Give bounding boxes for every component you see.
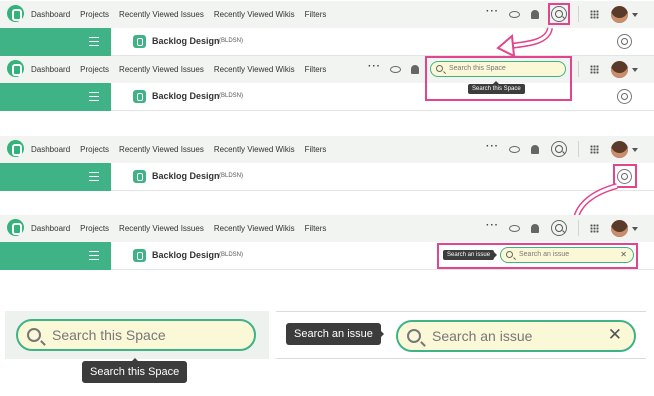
nav-filters[interactable]: Filters [305,224,327,233]
backlog-logo-icon[interactable] [7,140,24,157]
grid-icon[interactable] [590,65,599,74]
eye-icon[interactable] [390,66,401,73]
nav-dashboard[interactable]: Dashboard [31,65,70,74]
nav-filters[interactable]: Filters [305,65,327,74]
backlog-logo-icon[interactable] [7,5,24,22]
nav-projects[interactable]: Projects [80,145,109,154]
project-icon [133,90,146,103]
chevron-down-icon[interactable] [632,68,638,72]
nav-dashboard[interactable]: Dashboard [31,145,70,154]
project-icon [133,170,146,183]
project-icon [133,35,146,48]
hamburger-icon[interactable] [89,172,99,181]
hamburger-icon[interactable] [89,92,99,101]
grid-icon[interactable] [590,145,599,154]
search-placeholder: Search this Space [52,327,166,343]
project-key: (BLDSN) [219,173,244,179]
divider [578,61,579,77]
nav-recent-issues[interactable]: Recently Viewed Issues [119,224,204,233]
hamburger-icon[interactable] [89,251,99,260]
nav-recent-wikis[interactable]: Recently Viewed Wikis [214,10,295,19]
close-icon[interactable]: ✕ [608,325,622,345]
bell-icon[interactable] [531,145,539,154]
grid-icon[interactable] [590,224,599,233]
divider [578,6,579,22]
divider [276,358,646,359]
search-icon[interactable] [551,220,567,236]
bell-icon[interactable] [531,224,539,233]
divider [578,141,579,157]
nav-recent-wikis[interactable]: Recently Viewed Wikis [214,65,295,74]
backlog-logo-icon[interactable] [7,60,24,77]
global-header: Dashboard Projects Recently Viewed Issue… [0,215,654,242]
more-dots-icon[interactable]: ··· [486,7,499,17]
search-issue-input[interactable]: Search an issue ✕ [396,320,636,352]
bell-icon[interactable] [531,10,539,19]
project-key: (BLDSN) [219,252,244,258]
backlog-logo-icon[interactable] [7,219,24,236]
global-nav: Dashboard Projects Recently Viewed Issue… [31,136,326,163]
eye-icon[interactable] [509,225,520,232]
search-placeholder: Search an issue [432,328,533,344]
grid-icon[interactable] [590,10,599,19]
avatar[interactable] [611,141,628,158]
global-nav: Dashboard Projects Recently Viewed Issue… [31,56,326,83]
more-dots-icon[interactable]: ··· [486,142,499,152]
chevron-down-icon[interactable] [632,227,638,231]
global-nav: Dashboard Projects Recently Viewed Issue… [31,215,326,242]
nav-recent-wikis[interactable]: Recently Viewed Wikis [214,224,295,233]
nav-dashboard[interactable]: Dashboard [31,224,70,233]
more-dots-icon[interactable]: ··· [368,62,381,72]
search-space-input[interactable]: Search this Space [16,319,256,351]
project-key: (BLDSN) [219,93,244,99]
highlight-box [425,56,572,101]
project-name[interactable]: Backlog Design [152,250,220,260]
project-key: (BLDSN) [219,38,244,44]
nav-filters[interactable]: Filters [305,10,327,19]
avatar[interactable] [611,220,628,237]
nav-recent-issues[interactable]: Recently Viewed Issues [119,10,204,19]
bell-icon[interactable] [411,65,419,74]
divider [276,311,646,312]
zoom-search-space: Search this Space [5,311,269,359]
project-name[interactable]: Backlog Design [152,36,220,46]
chevron-down-icon[interactable] [632,148,638,152]
nav-recent-wikis[interactable]: Recently Viewed Wikis [214,145,295,154]
search-icon[interactable] [617,34,632,49]
nav-recent-issues[interactable]: Recently Viewed Issues [119,65,204,74]
global-header: Dashboard Projects Recently Viewed Issue… [0,136,654,163]
search-icon[interactable] [551,141,567,157]
highlight-box [548,3,570,25]
divider [578,220,579,236]
more-dots-icon[interactable]: ··· [486,221,499,231]
hamburger-icon[interactable] [89,37,99,46]
search-icon [27,328,41,342]
project-icon [133,249,146,262]
highlight-box [437,243,638,269]
avatar[interactable] [611,61,628,78]
avatar[interactable] [611,6,628,23]
search-icon [407,329,421,343]
chevron-down-icon[interactable] [632,13,638,17]
nav-projects[interactable]: Projects [80,10,109,19]
project-name[interactable]: Backlog Design [152,171,220,181]
nav-filters[interactable]: Filters [305,145,327,154]
nav-projects[interactable]: Projects [80,65,109,74]
search-icon[interactable] [617,89,632,104]
eye-icon[interactable] [509,146,520,153]
tooltip: Search an issue [286,323,384,345]
nav-dashboard[interactable]: Dashboard [31,10,70,19]
annotated-ui-comparison: Dashboard Projects Recently Viewed Issue… [0,0,654,396]
nav-recent-issues[interactable]: Recently Viewed Issues [119,145,204,154]
global-nav: Dashboard Projects Recently Viewed Issue… [31,1,326,28]
tooltip: Search this Space [82,358,188,383]
eye-icon[interactable] [509,11,520,18]
project-name[interactable]: Backlog Design [152,91,220,101]
nav-projects[interactable]: Projects [80,224,109,233]
